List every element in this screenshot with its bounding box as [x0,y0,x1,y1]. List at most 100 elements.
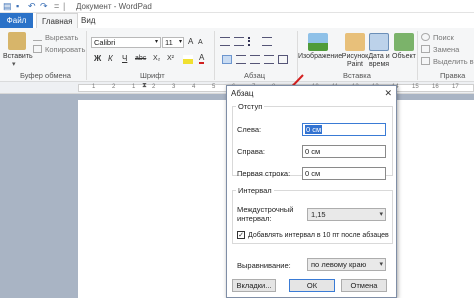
first-line-label: Первая строка: [237,169,291,178]
replace-button[interactable]: Замена [421,45,459,55]
window-title: Документ - WordPad [76,2,152,11]
close-icon[interactable]: ✕ [384,88,392,98]
line-spacing-value: 1,15 [311,210,326,219]
chevron-down-icon: ▾ [379,261,383,268]
bullets-icon[interactable] [248,37,258,46]
insert-datetime-button[interactable]: Дата и время [366,53,392,69]
search-icon [421,33,430,41]
select-all-icon [421,57,430,65]
find-button[interactable]: Поиск [421,33,454,43]
save-icon[interactable]: ▪ [16,1,19,12]
bold-button[interactable]: Ж [94,54,101,64]
title-separator: | [63,1,66,11]
line-spacing-select[interactable]: 1,15 ▾ [307,208,386,221]
spacing-legend: Интервал [236,186,274,195]
left-indent-field[interactable]: 0 см [302,123,386,136]
app-icon: ▤ [3,1,12,11]
right-indent-field[interactable]: 0 см [302,145,386,158]
insert-object-button[interactable]: Объект [392,53,416,61]
insert-group-label: Вставка [343,71,371,80]
line-spacing-label-2: интервал: [237,214,272,223]
group-divider [214,31,215,80]
copy-label: Копировать [45,45,86,54]
select-all-button[interactable]: Выделить все [421,57,474,67]
alignment-select[interactable]: по левому краю ▾ [307,258,386,271]
ruler-number: 2 [152,84,156,90]
ok-button[interactable]: ОК [289,279,335,292]
paint-icon[interactable] [345,33,365,51]
shrink-font-button[interactable]: A [198,38,203,48]
dialog-title: Абзац [231,89,254,98]
indent-group: Отступ [232,102,393,176]
first-line-field[interactable]: 0 см [302,167,386,180]
decrease-indent-icon[interactable] [220,37,230,46]
ruler-number: 1 [132,84,136,90]
highlight-icon[interactable] [183,55,193,64]
clipboard-group-label: Буфер обмена [20,71,71,80]
replace-label: Замена [433,45,460,54]
left-indent-value: 0 см [305,125,323,134]
ruler-number: 3 [172,84,176,90]
insert-image-button[interactable]: Изображение [298,53,342,61]
group-divider [86,31,87,80]
font-size-value: 11 [165,38,173,47]
cut-button[interactable]: Вырезать [33,33,78,43]
strikethrough-button[interactable]: abc [135,54,146,64]
tab-file[interactable]: Файл [0,13,33,28]
font-family-select[interactable]: Calibri ▾ [91,37,161,48]
grow-font-button[interactable]: A [188,37,193,47]
ruler-number: 5 [212,84,216,90]
indent-legend: Отступ [236,102,265,111]
tab-home[interactable]: Главная [36,13,79,28]
paste-button[interactable]: Вставить [3,53,33,61]
edit-group-label: Правка [440,71,466,80]
ruler-number: 4 [192,84,196,90]
increase-indent-icon[interactable] [234,37,244,46]
font-color-button[interactable]: A [199,53,205,64]
calendar-icon[interactable] [369,33,389,51]
paste-dropdown-icon[interactable]: ▾ [12,61,16,69]
redo-icon[interactable]: ↷ [40,1,48,12]
paste-icon[interactable] [8,32,26,50]
align-right-icon[interactable] [250,55,260,64]
cancel-button[interactable]: Отмена [341,279,387,292]
ruler-number: 16 [432,84,439,90]
quick-access-menu-icon[interactable]: = [54,1,59,12]
group-divider [417,31,418,80]
superscript-button[interactable]: X² [167,54,174,64]
scissors-icon [33,33,42,41]
paragraph-group-label: Абзац [244,71,266,80]
line-spacing-label-1: Междустрочный [237,205,294,214]
title-bar: ▤ ▪ ↶ ↷ = | Документ - WordPad [0,0,474,13]
ribbon-tabs: Файл Главная Вид [0,13,474,28]
indent-marker-icon[interactable]: ⧗ [142,82,147,90]
select-all-label: Выделить все [433,57,474,66]
align-left-icon[interactable] [222,55,232,64]
alignment-value: по левому краю [311,260,367,269]
object-icon[interactable] [394,33,414,51]
picture-icon[interactable] [308,33,328,51]
left-indent-label: Слева: [237,125,262,134]
paragraph-dialog: Абзац ✕ Отступ Слева: 0 см Справа: 0 см … [226,85,397,298]
paragraph-settings-icon[interactable] [278,55,288,64]
underline-button[interactable]: Ч [122,54,127,64]
subscript-button[interactable]: X₂ [153,54,160,64]
align-center-icon[interactable] [236,55,246,64]
line-spacing-icon[interactable] [262,37,272,46]
copy-button[interactable]: Копировать [33,45,85,55]
chevron-down-icon: ▾ [379,211,383,218]
chevron-down-icon: ▾ [154,39,158,45]
justify-icon[interactable] [264,55,274,64]
ruler-number: 17 [452,84,459,90]
ribbon: Вставить ▾ Вырезать Копировать Буфер обм… [0,28,474,82]
ruler-number: 2 [112,84,116,90]
italic-button[interactable]: К [108,54,113,64]
font-size-select[interactable]: 11 ▾ [162,37,184,48]
add-space-checkbox[interactable]: ✓ [237,231,245,239]
tabs-button[interactable]: Вкладки... [232,279,276,292]
right-indent-label: Справа: [237,147,265,156]
chevron-down-icon: ▾ [178,39,182,45]
tab-view[interactable]: Вид [76,13,100,28]
undo-icon[interactable]: ↶ [28,1,36,12]
find-label: Поиск [433,33,454,42]
